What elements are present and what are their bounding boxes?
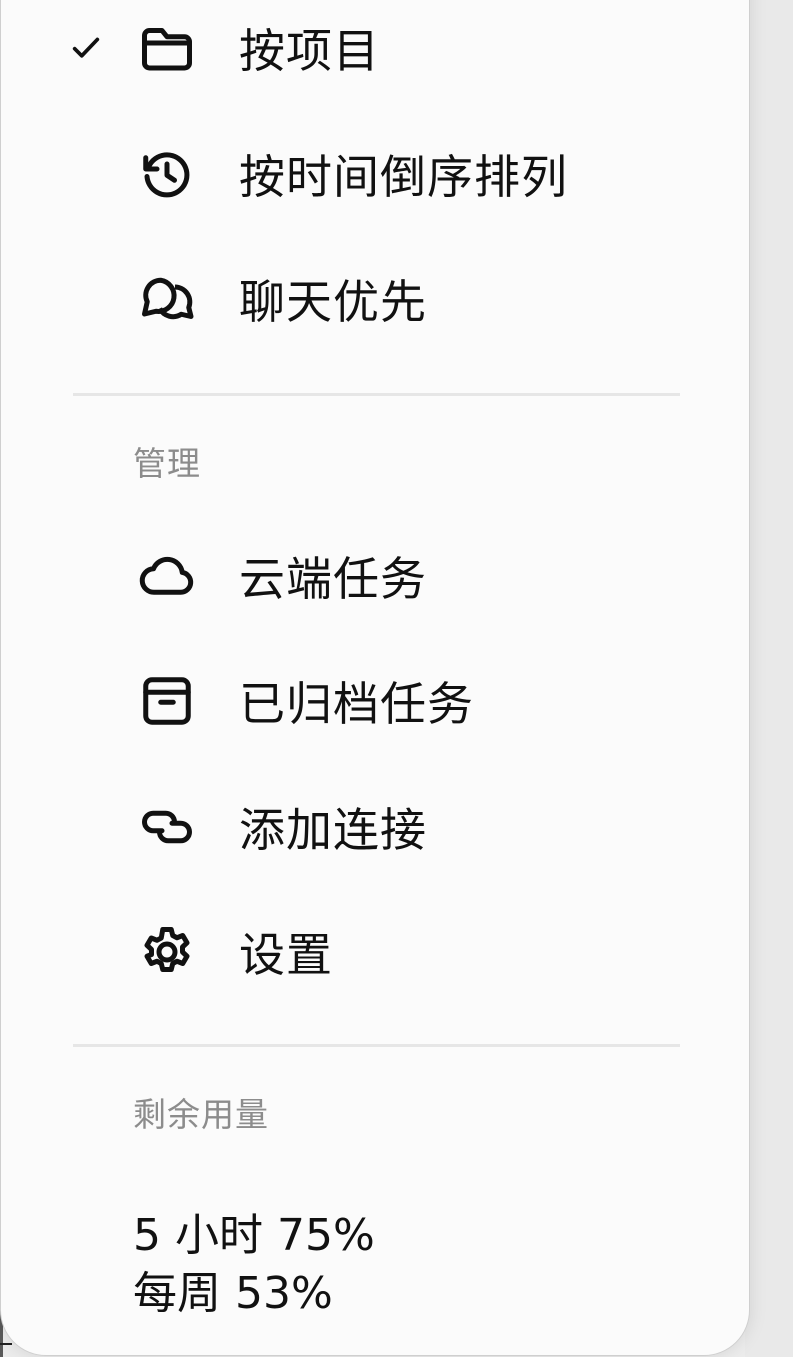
- menu-item-label: 已归档任务: [239, 677, 474, 731]
- menu-item-cloud-tasks[interactable]: 云端任务: [61, 521, 681, 631]
- menu-item-label: 聊天优先: [239, 275, 427, 329]
- cloud-icon: [135, 544, 199, 608]
- archive-icon: [135, 669, 199, 733]
- folder-icon: [135, 16, 199, 80]
- menu-item-chat-first[interactable]: 聊天优先: [61, 244, 681, 354]
- menu-item-label: 云端任务: [239, 552, 427, 606]
- menu-item-by-time-desc[interactable]: 按时间倒序排列: [61, 119, 681, 229]
- menu-item-label: 按时间倒序排列: [239, 150, 568, 204]
- background-window-mark: [0, 1343, 12, 1345]
- link-icon: [135, 795, 199, 859]
- menu-item-label: 按项目: [239, 24, 380, 78]
- menu-item-label: 添加连接: [239, 803, 427, 857]
- menu-item-label: 设置: [239, 928, 333, 982]
- section-title-usage: 剩余用量: [133, 1095, 269, 1134]
- menu-divider: [73, 1044, 680, 1047]
- dropdown-menu: 按项目 按时间倒序排列 聊天优先 管理 云端任务 已归档任务 添加连接 设置 剩…: [0, 0, 750, 1356]
- usage-five-hour: 5 小时 75%: [133, 1210, 375, 1261]
- menu-item-settings[interactable]: 设置: [61, 897, 681, 1007]
- section-title-manage: 管理: [133, 444, 201, 483]
- gear-icon: [135, 920, 199, 984]
- menu-item-by-project[interactable]: 按项目: [61, 0, 681, 103]
- menu-divider: [73, 393, 680, 396]
- history-icon: [135, 142, 199, 206]
- menu-item-archived-tasks[interactable]: 已归档任务: [61, 646, 681, 756]
- menu-item-add-connection[interactable]: 添加连接: [61, 772, 681, 882]
- chat-bubbles-icon: [135, 267, 199, 331]
- background-window: [745, 0, 793, 1357]
- checkmark-icon: [69, 31, 103, 65]
- usage-weekly: 每周 53%: [133, 1268, 333, 1319]
